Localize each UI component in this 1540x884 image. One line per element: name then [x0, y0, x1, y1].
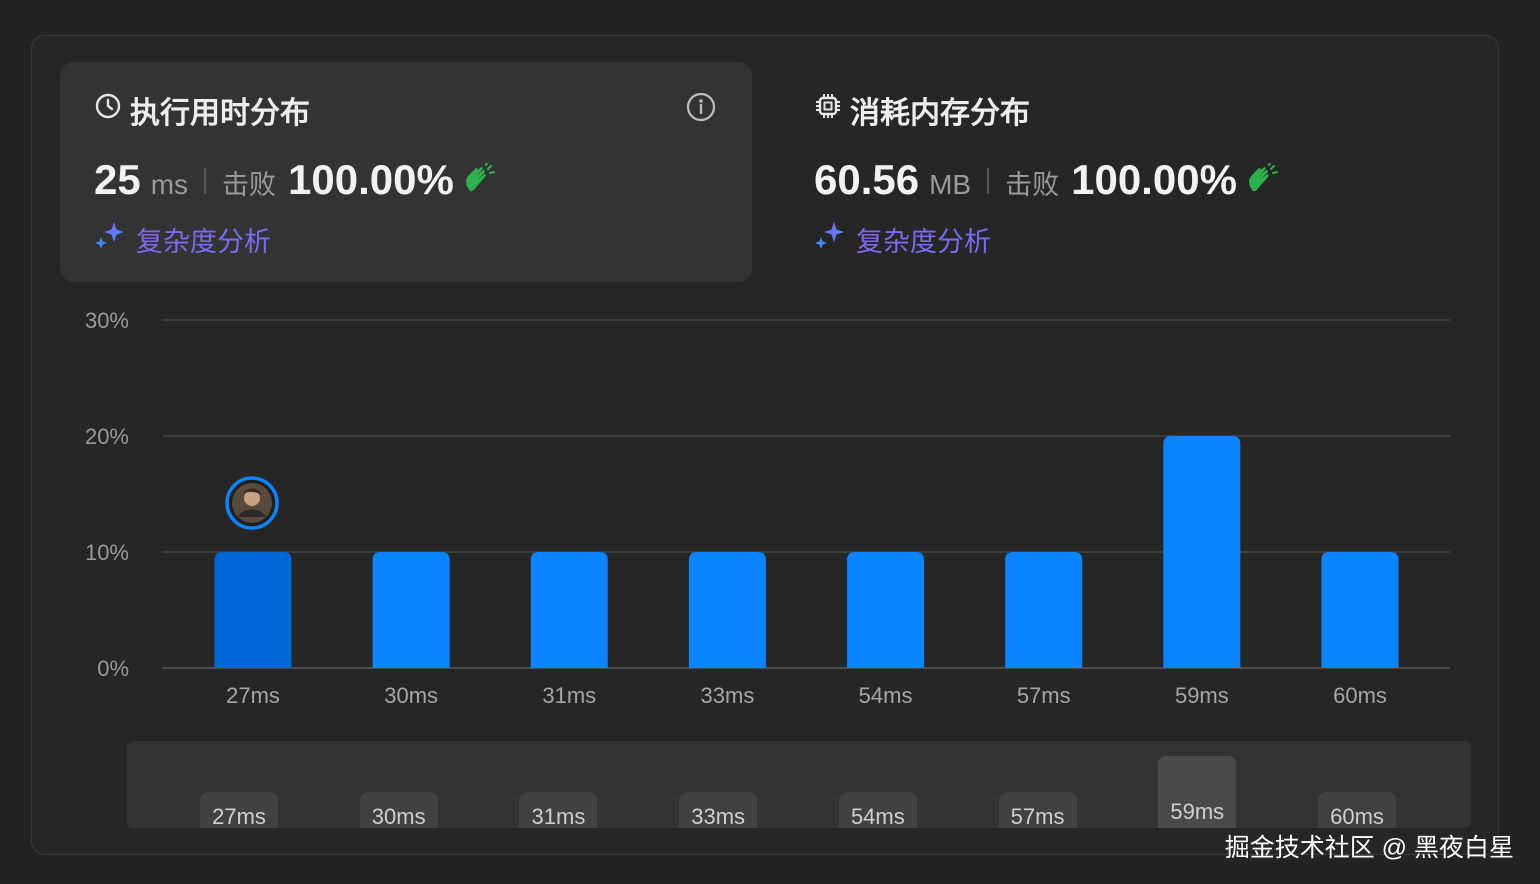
user-avatar[interactable]: [225, 476, 279, 530]
bar-57ms[interactable]: [1005, 552, 1083, 668]
x-tick-label: 31ms: [542, 683, 596, 708]
memory-unit: MB: [929, 169, 972, 200]
sparkle-icon: [814, 220, 846, 259]
chip-icon: [814, 92, 842, 128]
memory-beat-percent: 100.00%: [1071, 156, 1237, 203]
y-tick-label: 20%: [85, 424, 129, 449]
bar-27ms[interactable]: [214, 552, 292, 668]
runtime-analysis-label: 复杂度分析: [136, 227, 271, 257]
range-slider[interactable]: 27ms 30ms 31ms 33ms 54ms 57ms 59ms 60ms: [127, 741, 1471, 828]
memory-header: 消耗内存分布: [814, 90, 1436, 130]
runtime-unit: ms: [150, 169, 189, 200]
runtime-header: 执行用时分布: [94, 90, 718, 130]
clapping-hands-icon: [1245, 161, 1279, 200]
slider-bar-label: 54ms: [838, 792, 917, 828]
x-tick-label: 27ms: [226, 683, 280, 708]
divider: [987, 168, 990, 194]
slider-bar-label: 27ms: [200, 792, 278, 828]
memory-title: 消耗内存分布: [850, 97, 1030, 130]
runtime-distribution-chart: 0% 10% 20% 30% 27ms 30ms 31ms 33ms 54ms 57ms 59ms…: [85, 308, 1450, 708]
y-tick-label: 10%: [85, 540, 129, 565]
memory-complexity-analysis-link[interactable]: 复杂度分析: [814, 220, 1436, 259]
sparkle-icon: [94, 220, 126, 259]
clapping-hands-icon: [462, 161, 496, 200]
runtime-value: 25: [94, 156, 141, 203]
runtime-title: 执行用时分布: [130, 97, 310, 130]
divider: [204, 168, 207, 194]
slider-bar-label: 60ms: [1318, 792, 1396, 828]
memory-value: 60.56: [814, 156, 920, 203]
bar-31ms[interactable]: [530, 552, 608, 668]
info-icon[interactable]: [686, 92, 716, 122]
y-tick-label: 0%: [97, 656, 129, 681]
bar-60ms[interactable]: [1321, 552, 1399, 668]
memory-analysis-label: 复杂度分析: [856, 227, 991, 257]
runtime-beat-percent: 100.00%: [288, 156, 454, 203]
x-tick-label: 30ms: [384, 683, 438, 708]
slider-bar-label: 59ms: [1158, 756, 1237, 828]
memory-stats: 60.56 MB 击败 100.00%: [814, 156, 1436, 206]
x-tick-label: 59ms: [1175, 683, 1229, 708]
slider-bar-label: 31ms: [519, 792, 598, 828]
x-tick-label: 57ms: [1017, 683, 1071, 708]
watermark: 掘金技术社区 @ 黑夜白星: [1224, 834, 1514, 862]
runtime-card[interactable]: 执行用时分布 25 ms 击败 100.00% 复杂度分析: [60, 62, 752, 282]
slider-bar-label: 30ms: [359, 792, 438, 828]
bar-54ms[interactable]: [847, 552, 925, 668]
x-tick-label: 33ms: [701, 683, 755, 708]
slider-bar-label: 33ms: [679, 792, 758, 828]
bar-30ms[interactable]: [372, 552, 450, 668]
x-tick-label: 54ms: [859, 683, 913, 708]
memory-card[interactable]: 消耗内存分布 60.56 MB 击败 100.00% 复杂度分析: [780, 62, 1470, 282]
memory-beat-label: 击败: [1005, 170, 1060, 200]
bar-33ms[interactable]: [688, 552, 766, 668]
runtime-stats: 25 ms 击败 100.00%: [94, 156, 718, 206]
slider-bar-label: 57ms: [998, 792, 1077, 828]
runtime-complexity-analysis-link[interactable]: 复杂度分析: [94, 220, 718, 259]
x-tick-label: 60ms: [1333, 683, 1387, 708]
bar-59ms[interactable]: [1163, 436, 1241, 668]
clock-icon: [94, 92, 122, 128]
runtime-beat-label: 击败: [222, 170, 277, 200]
y-tick-label: 30%: [85, 308, 129, 333]
